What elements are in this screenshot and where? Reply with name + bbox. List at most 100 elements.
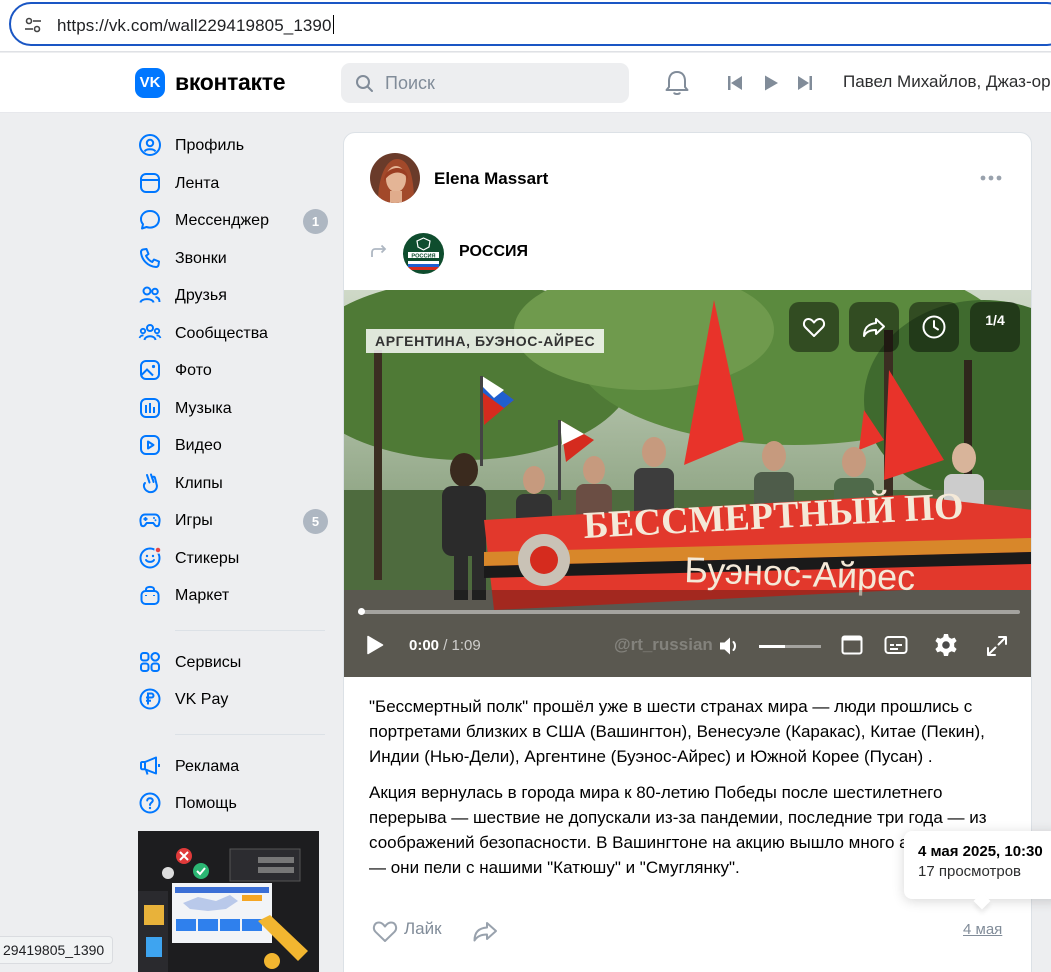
clock-icon xyxy=(922,315,946,339)
post-author-name[interactable]: Elena Massart xyxy=(434,169,548,189)
watch-later-button[interactable] xyxy=(909,302,959,352)
previous-track-icon[interactable] xyxy=(726,74,744,92)
vk-logo-text[interactable]: вконтакте xyxy=(175,69,286,96)
volume-icon[interactable] xyxy=(718,635,742,657)
sidebar-item-label: Клипы xyxy=(175,474,223,492)
sidebar-item-messenger[interactable]: Мессенджер 1 xyxy=(138,203,328,241)
sidebar-item-label: Видео xyxy=(175,437,222,454)
post-date-link[interactable]: 4 мая xyxy=(963,921,1002,938)
sidebar-item-feed[interactable]: Лента xyxy=(138,166,328,204)
more-options-icon[interactable] xyxy=(980,175,1002,181)
sidebar-item-music[interactable]: Музыка xyxy=(138,391,328,429)
subtitles-icon[interactable] xyxy=(884,635,908,655)
sidebar-item-games[interactable]: Игры 5 xyxy=(138,503,328,541)
sidebar-item-help[interactable]: Помощь xyxy=(138,786,328,824)
fullscreen-icon[interactable] xyxy=(986,635,1008,657)
site-settings-icon[interactable] xyxy=(23,15,43,35)
share-arrow-icon xyxy=(863,318,885,337)
sidebar-item-label: Фото xyxy=(175,362,212,379)
sidebar-item-label: Сообщества xyxy=(175,324,268,342)
volume-slider[interactable] xyxy=(759,645,821,648)
sidebar-item-video[interactable]: Видео xyxy=(138,428,328,466)
progress-handle[interactable] xyxy=(358,608,365,615)
sidebar-item-vkpay[interactable]: VK Pay xyxy=(138,682,328,720)
user-circle-icon xyxy=(139,134,161,156)
sidebar-item-profile[interactable]: Профиль xyxy=(138,128,328,166)
vk-logo-icon[interactable]: VK xyxy=(135,68,165,98)
repost-arrow-icon xyxy=(371,244,387,257)
like-button-label[interactable]: Лайк xyxy=(404,919,442,939)
communities-icon xyxy=(138,323,162,340)
unread-count-badge: 1 xyxy=(303,209,328,234)
play-icon[interactable] xyxy=(366,635,384,655)
play-track-icon[interactable] xyxy=(762,74,780,92)
tooltip-views: 17 просмотров xyxy=(918,863,1022,880)
sidebar-item-market[interactable]: Маркет xyxy=(138,578,328,616)
sidebar-item-label: Реклама xyxy=(175,757,240,775)
grid-icon xyxy=(140,651,161,672)
group-avatar[interactable]: РОССИЯ xyxy=(403,233,444,274)
search-input[interactable] xyxy=(385,72,615,94)
next-track-icon[interactable] xyxy=(796,74,814,92)
sidebar-item-label: Лента xyxy=(175,174,220,192)
repost-source-name[interactable]: РОССИЯ xyxy=(459,243,528,261)
sidebar-item-stickers[interactable]: Стикеры xyxy=(138,541,328,579)
video-share-button[interactable] xyxy=(849,302,899,352)
heart-icon xyxy=(802,318,826,337)
browser-status-url: 29419805_1390 xyxy=(0,936,114,964)
sidebar-item-label: Стикеры xyxy=(175,549,240,567)
search-box[interactable] xyxy=(341,63,629,103)
tooltip-datetime: 4 мая 2025, 10:30 xyxy=(918,843,1043,860)
group-logo: РОССИЯ xyxy=(403,233,444,274)
ruble-icon xyxy=(139,688,161,710)
picture-in-picture-icon[interactable] xyxy=(841,635,863,655)
sidebar-item-calls[interactable]: Звонки xyxy=(138,241,328,279)
sidebar-item-friends[interactable]: Друзья xyxy=(138,278,328,316)
sidebar-item-label: Звонки xyxy=(175,249,227,267)
sidebar-item-services[interactable]: Сервисы xyxy=(138,645,328,683)
date-tooltip: 4 мая 2025, 10:30 17 просмотров xyxy=(904,831,1051,910)
share-icon[interactable] xyxy=(471,918,499,944)
photo-icon xyxy=(140,360,160,380)
chat-bubble-icon xyxy=(140,210,160,230)
browser-toolbar: https://vk.com/wall229419805_1390 xyxy=(0,0,1051,52)
vk-header: VK вконтакте Павел Михайлов, Джаз-ор xyxy=(0,53,1051,113)
video-location-label: АРГЕНТИНА, БУЭНОС-АЙРЕС xyxy=(366,329,605,353)
promo-illustration xyxy=(138,831,319,972)
sidebar-item-label: Помощь xyxy=(175,795,237,812)
sidebar-divider xyxy=(175,629,325,631)
like-heart-icon[interactable] xyxy=(371,918,399,944)
left-sidebar: Профиль Лента Мессенджер 1 Звонки Друзья… xyxy=(138,128,328,824)
video-duration: 1:09 xyxy=(451,637,481,654)
gallery-counter[interactable]: 1/4 xyxy=(970,302,1020,352)
volume-level xyxy=(759,645,786,648)
notifications-bell-icon[interactable] xyxy=(664,69,690,97)
sidebar-item-communities[interactable]: Сообщества xyxy=(138,316,328,354)
post-paragraph: "Бессмертный полк" прошёл уже в шести ст… xyxy=(369,697,985,766)
sidebar-item-label: Друзья xyxy=(175,287,227,304)
phone-icon xyxy=(140,247,160,268)
sidebar-item-label: Мессенджер xyxy=(175,212,269,229)
now-playing-track[interactable]: Павел Михайлов, Джаз-ор xyxy=(843,72,1051,92)
video-player[interactable]: БЕССМЕРТНЫЙ ПО Буэнос-Айрес АРГЕНТИНА, Б… xyxy=(344,290,1031,677)
sidebar-item-label: Профиль xyxy=(175,137,245,154)
help-icon xyxy=(139,792,161,814)
sidebar-item-photo[interactable]: Фото xyxy=(138,353,328,391)
author-photo xyxy=(370,153,420,203)
settings-gear-icon[interactable] xyxy=(933,632,959,658)
address-bar[interactable]: https://vk.com/wall229419805_1390 xyxy=(9,2,1051,46)
sidebar-item-ads[interactable]: Реклама xyxy=(138,749,328,787)
clips-icon xyxy=(142,473,158,493)
group-logo-text: РОССИЯ xyxy=(411,253,435,259)
feed-icon xyxy=(140,172,160,193)
video-like-button[interactable] xyxy=(789,302,839,352)
url-text[interactable]: https://vk.com/wall229419805_1390 xyxy=(57,15,334,36)
author-avatar[interactable] xyxy=(370,153,420,203)
sidebar-item-label: Игры xyxy=(175,512,213,529)
sidebar-item-clips[interactable]: Клипы xyxy=(138,466,328,504)
sidebar-divider xyxy=(175,733,325,735)
time-separator: / xyxy=(439,637,452,654)
promo-banner[interactable] xyxy=(138,831,319,972)
video-progress-bar[interactable] xyxy=(358,608,1020,615)
video-icon xyxy=(140,435,160,455)
